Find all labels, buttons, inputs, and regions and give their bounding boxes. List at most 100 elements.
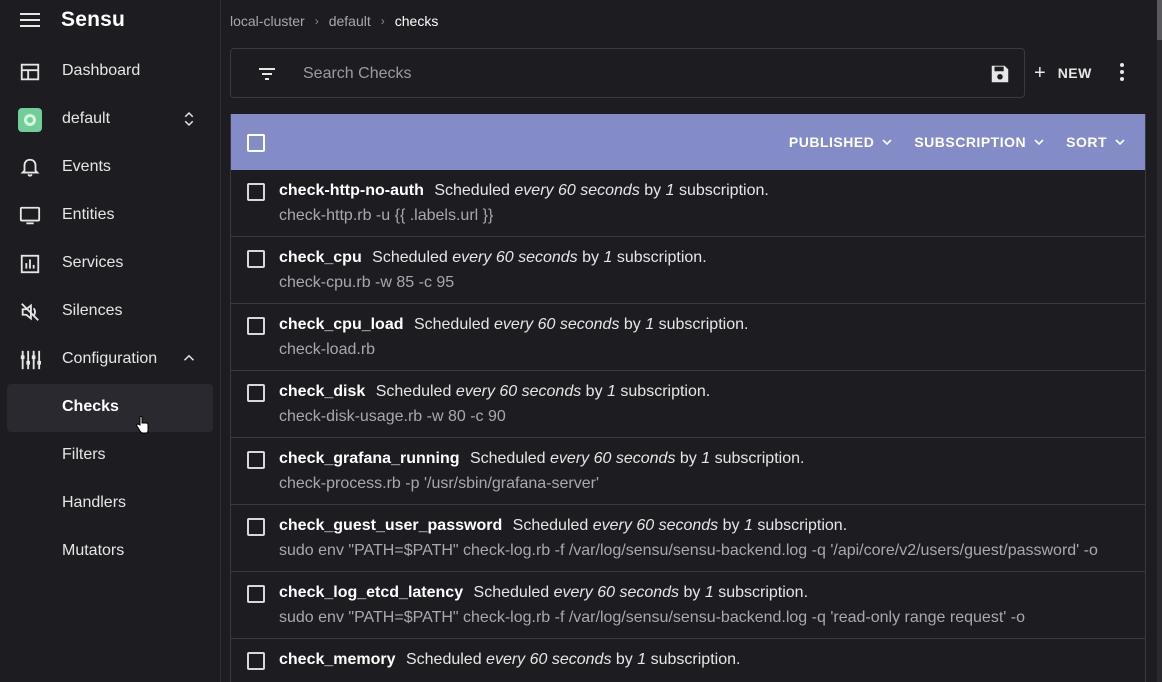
new-check-button[interactable]: + NEW bbox=[1034, 60, 1092, 86]
row-checkbox[interactable] bbox=[247, 250, 265, 268]
sidebar-item-label: Checks bbox=[62, 398, 119, 415]
row-checkbox[interactable] bbox=[247, 384, 265, 402]
list-item[interactable]: check_cpu_load Scheduled every 60 second… bbox=[231, 304, 1145, 371]
more-vert-icon[interactable] bbox=[1118, 63, 1126, 83]
schedule-by: by bbox=[582, 249, 600, 266]
scrollbar-thumb[interactable] bbox=[1157, 0, 1162, 40]
sidebar-item-label: Mutators bbox=[62, 542, 125, 559]
filter-icon[interactable] bbox=[258, 65, 276, 83]
subscription-label: SUBSCRIPTION bbox=[914, 134, 1027, 150]
schedule-interval: every 60 seconds bbox=[553, 584, 680, 601]
sidebar-item-label: Filters bbox=[62, 446, 106, 463]
schedule-prefix: Scheduled bbox=[469, 450, 546, 467]
schedule-interval: every 60 seconds bbox=[486, 651, 612, 668]
check-command: check-http.rb -u {{ .labels.url }} bbox=[279, 207, 494, 224]
check-name[interactable]: check_cpu bbox=[279, 249, 362, 266]
check-name[interactable]: check_disk bbox=[279, 383, 365, 400]
subscription-filter-button[interactable]: SUBSCRIPTION bbox=[914, 134, 1044, 150]
list-header: PUBLISHED SUBSCRIPTION SORT bbox=[231, 114, 1145, 170]
unfold-icon bbox=[184, 111, 194, 127]
schedule-interval: every 60 seconds bbox=[455, 383, 582, 400]
sidebar-item-silences[interactable]: Silences bbox=[0, 288, 221, 336]
check-name[interactable]: check_guest_user_password bbox=[279, 517, 502, 534]
select-all-checkbox[interactable] bbox=[247, 134, 265, 152]
list-item[interactable]: check_log_etcd_latency Scheduled every 6… bbox=[231, 572, 1145, 639]
sidebar-item-configuration[interactable]: Configuration bbox=[0, 336, 221, 384]
tune-icon bbox=[20, 350, 41, 370]
schedule-by: by bbox=[644, 182, 662, 199]
mouse-pointer-icon bbox=[136, 416, 149, 434]
row-checkbox[interactable] bbox=[247, 317, 265, 335]
schedule-interval: every 60 seconds bbox=[514, 182, 640, 199]
sidebar-item-services[interactable]: Services bbox=[0, 240, 221, 288]
check-summary: check_cpu_load Scheduled every 60 second… bbox=[279, 316, 748, 334]
sort-label: SORT bbox=[1066, 134, 1107, 150]
volume-off-icon bbox=[21, 303, 39, 321]
schedule-suffix: subscription. bbox=[616, 249, 707, 266]
chevron-down-icon bbox=[1034, 139, 1044, 146]
sidebar: Sensu Dashboard default Events Entities … bbox=[0, 0, 221, 682]
main-content: local-cluster › default › checks + NEW P… bbox=[222, 0, 1162, 682]
row-checkbox[interactable] bbox=[247, 652, 265, 670]
published-label: PUBLISHED bbox=[788, 134, 875, 150]
sidebar-item-mutators[interactable]: Mutators bbox=[7, 528, 213, 576]
schedule-prefix: Scheduled bbox=[413, 316, 490, 333]
sidebar-item-label: Entities bbox=[62, 206, 115, 223]
scrollbar[interactable] bbox=[1157, 0, 1162, 682]
checks-list: PUBLISHED SUBSCRIPTION SORT check-http-n… bbox=[230, 114, 1146, 682]
subscription-count: 1 bbox=[607, 383, 616, 400]
new-button-label: NEW bbox=[1057, 65, 1092, 81]
sidebar-item-events[interactable]: Events bbox=[0, 144, 221, 192]
list-item[interactable]: check-http-no-auth Scheduled every 60 se… bbox=[231, 170, 1145, 237]
check-name[interactable]: check_cpu_load bbox=[279, 316, 404, 333]
breadcrumb-namespace[interactable]: default bbox=[329, 13, 371, 29]
namespace-switcher[interactable]: default bbox=[0, 96, 221, 144]
row-checkbox[interactable] bbox=[247, 183, 265, 201]
subscription-count: 1 bbox=[645, 316, 655, 333]
chevron-down-icon bbox=[1115, 139, 1125, 146]
brand-header: Sensu bbox=[0, 0, 221, 42]
row-checkbox[interactable] bbox=[247, 451, 265, 469]
schedule-interval: every 60 seconds bbox=[452, 249, 578, 266]
sidebar-item-dashboard[interactable]: Dashboard bbox=[0, 48, 221, 96]
check-summary: check_memory Scheduled every 60 seconds … bbox=[279, 651, 740, 669]
check-name[interactable]: check_log_etcd_latency bbox=[279, 584, 463, 601]
schedule-prefix: Scheduled bbox=[473, 584, 550, 601]
schedule-by: by bbox=[615, 651, 633, 668]
subscription-count: 1 bbox=[701, 450, 711, 467]
sidebar-item-filters[interactable]: Filters bbox=[7, 432, 213, 480]
list-item[interactable]: check_cpu Scheduled every 60 seconds by … bbox=[231, 237, 1145, 304]
published-filter-button[interactable]: PUBLISHED bbox=[789, 134, 892, 150]
subscription-count: 1 bbox=[704, 584, 714, 601]
check-command: sudo env "PATH=$PATH" check-log.rb -f /v… bbox=[279, 609, 1025, 626]
app-name: Sensu bbox=[61, 8, 126, 31]
schedule-by: by bbox=[722, 517, 740, 534]
check-command: check-load.rb bbox=[279, 341, 376, 358]
sort-button[interactable]: SORT bbox=[1066, 134, 1125, 150]
schedule-prefix: Scheduled bbox=[375, 383, 452, 400]
breadcrumb: local-cluster › default › checks bbox=[230, 13, 438, 29]
list-item[interactable]: check_disk Scheduled every 60 seconds by… bbox=[231, 371, 1145, 438]
sidebar-item-handlers[interactable]: Handlers bbox=[7, 480, 213, 528]
schedule-by: by bbox=[585, 383, 603, 400]
breadcrumb-cluster[interactable]: local-cluster bbox=[230, 13, 305, 29]
search-input[interactable] bbox=[303, 61, 973, 87]
row-checkbox[interactable] bbox=[247, 518, 265, 536]
check-command: check-disk-usage.rb -w 80 -c 90 bbox=[279, 408, 506, 425]
sidebar-item-label: Services bbox=[62, 254, 124, 271]
row-checkbox[interactable] bbox=[247, 585, 265, 603]
check-name[interactable]: check_memory bbox=[279, 651, 396, 668]
schedule-by: by bbox=[683, 584, 701, 601]
sidebar-item-entities[interactable]: Entities bbox=[0, 192, 221, 240]
check-name[interactable]: check_grafana_running bbox=[279, 450, 460, 467]
check-name[interactable]: check-http-no-auth bbox=[279, 182, 424, 199]
namespace-label: default bbox=[62, 110, 111, 127]
schedule-prefix: Scheduled bbox=[512, 517, 589, 534]
list-item[interactable]: check_guest_user_password Scheduled ever… bbox=[231, 505, 1145, 572]
menu-icon[interactable] bbox=[20, 13, 40, 27]
sidebar-item-checks[interactable]: Checks bbox=[7, 384, 213, 432]
chevron-down-icon bbox=[882, 139, 892, 146]
list-item[interactable]: check_grafana_running Scheduled every 60… bbox=[231, 438, 1145, 505]
list-item[interactable]: check_memory Scheduled every 60 seconds … bbox=[231, 639, 1145, 682]
save-icon[interactable] bbox=[989, 63, 1011, 85]
